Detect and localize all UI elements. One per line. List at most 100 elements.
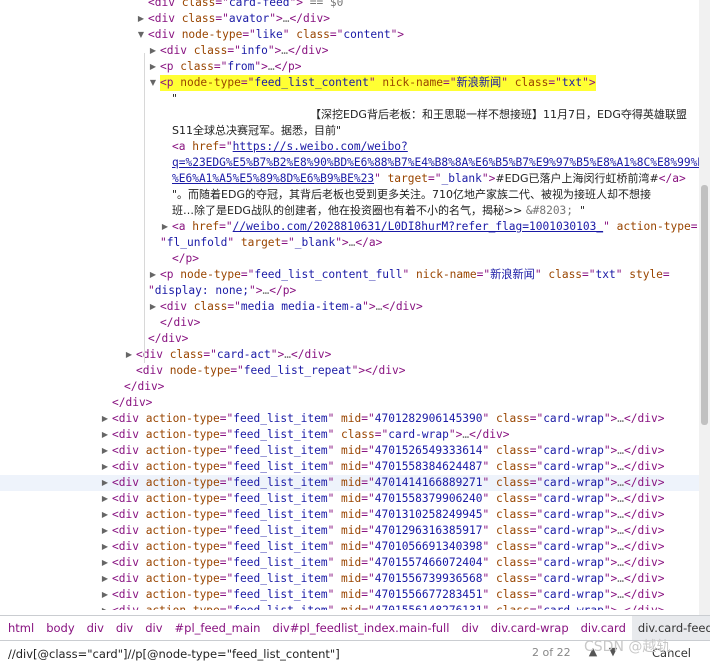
markup-token[interactable]: https://s.weibo.com/weibo? xyxy=(233,140,408,153)
dom-node-row[interactable]: <div node-type="feed_list_repeat"></div> xyxy=(0,363,699,379)
markup-token: _blank xyxy=(294,236,336,249)
dom-node-row[interactable]: </div> xyxy=(0,315,699,331)
node-markup: <div class="media media-item-a">…</div> xyxy=(160,299,423,315)
collapse-arrow-icon[interactable]: ▶ xyxy=(148,299,158,315)
dom-node-row[interactable]: 班…除了是EDG战队的创建者，他在投资圈也有着不小的名气，揭秘>> &#8203… xyxy=(0,203,699,219)
breadcrumb-item[interactable]: html xyxy=(8,616,34,640)
dom-node-row[interactable]: "display: none;">…</p> xyxy=(0,283,699,299)
markup-token[interactable]: %E6%A1%A5%E5%89%8D%E6%B9%BE%23 xyxy=(172,172,374,185)
markup-token: <div xyxy=(148,28,182,41)
breadcrumb-item[interactable]: div xyxy=(145,616,162,640)
dom-node-row[interactable]: </p> xyxy=(0,251,699,267)
markup-token: =" xyxy=(529,540,544,553)
collapse-arrow-icon[interactable]: ▶ xyxy=(100,411,110,427)
dom-node-row[interactable]: <div class="card-feed"> == $0 xyxy=(0,0,699,11)
markup-token: <div xyxy=(112,588,146,601)
collapse-arrow-icon[interactable]: ▶ xyxy=(100,459,110,475)
dom-node-row[interactable]: ▶<div action-type="feed_list_item" mid="… xyxy=(0,475,699,491)
dom-node-row[interactable]: ▶<div action-type="feed_list_item" mid="… xyxy=(0,539,699,555)
breadcrumb-item[interactable]: body xyxy=(46,616,74,640)
dom-node-row[interactable]: "。而随着EDG的夺冠，其背后老板也受到更多关注。710亿地产家族二代、被视为接… xyxy=(0,187,699,203)
dom-node-row[interactable]: </div> xyxy=(0,395,699,411)
markup-token: " xyxy=(327,508,342,521)
markup-token: =" xyxy=(548,76,562,89)
collapse-arrow-icon[interactable]: ▶ xyxy=(160,219,170,235)
dom-node-row[interactable]: ▶ <a href="//weibo.com/2028810631/L0DI8hu… xyxy=(0,219,699,235)
markup-token: class xyxy=(496,604,530,610)
breadcrumb-item[interactable]: div xyxy=(461,616,478,640)
breadcrumb-item[interactable]: div xyxy=(87,616,104,640)
dom-node-row[interactable]: ▶<div action-type="feed_list_item" mid="… xyxy=(0,411,699,427)
collapse-arrow-icon[interactable]: ▶ xyxy=(148,43,158,59)
dom-node-row[interactable]: ▶ <p node-type="feed_list_content_full" n… xyxy=(0,267,699,283)
markup-token: card-wrap xyxy=(543,540,604,553)
collapse-arrow-icon[interactable]: ▶ xyxy=(100,507,110,523)
markup-token: " xyxy=(534,268,549,281)
breadcrumb-item[interactable]: #pl_feed_main xyxy=(175,616,261,640)
expand-arrow-icon[interactable]: ▼ xyxy=(148,75,158,91)
dom-node-row[interactable]: ▶ <div class="info">…</div> xyxy=(0,43,699,59)
dom-node-row[interactable]: ▶<div action-type="feed_list_item" mid="… xyxy=(0,507,699,523)
dom-node-row[interactable]: ▶<div action-type="feed_list_item" mid="… xyxy=(0,459,699,475)
collapse-arrow-icon[interactable]: ▶ xyxy=(100,427,110,443)
markup-token: <div xyxy=(160,300,194,313)
dom-node-row[interactable]: " xyxy=(0,91,699,107)
markup-token: " xyxy=(482,572,497,585)
dom-node-row[interactable]: %E6%A1%A5%E5%89%8D%E6%B9%BE%23" target="… xyxy=(0,171,699,187)
breadcrumb-item[interactable]: div xyxy=(116,616,133,640)
markup-token: class xyxy=(548,268,583,281)
dom-node-row[interactable]: "fl_unfold" target="_blank">…</a> xyxy=(0,235,699,251)
scrollbar-thumb[interactable] xyxy=(701,185,708,425)
dom-node-row[interactable]: ▶ <div class="card-act">…</div> xyxy=(0,347,699,363)
dom-node-row[interactable]: ▶<div action-type="feed_list_item" mid="… xyxy=(0,571,699,587)
expand-arrow-icon[interactable]: ▼ xyxy=(136,27,146,43)
dom-node-row[interactable]: ▶<div action-type="feed_list_item" mid="… xyxy=(0,603,699,610)
collapse-arrow-icon[interactable]: ▶ xyxy=(100,571,110,587)
dom-node-row[interactable]: ▶<div action-type="feed_list_item" mid="… xyxy=(0,555,699,571)
selected-node-row[interactable]: ▼ <p node-type="feed_list_content" nick-n… xyxy=(0,75,699,91)
dom-node-row[interactable]: </div> xyxy=(0,379,699,395)
markup-token: 4701558379906240 xyxy=(374,492,483,505)
collapse-arrow-icon[interactable]: ▶ xyxy=(148,59,158,75)
collapse-arrow-icon[interactable]: ▶ xyxy=(100,475,110,491)
dom-node-row[interactable]: ▶ <div class="media media-item-a">…</div> xyxy=(0,299,699,315)
markup-token: "> xyxy=(603,508,618,521)
dom-node-row[interactable]: S11全球总决赛冠军。据悉，目前" xyxy=(0,123,699,139)
breadcrumb-item[interactable]: div.card-wrap xyxy=(491,616,569,640)
markup-token: =" xyxy=(361,492,375,505)
dom-node-row[interactable]: ▼ <div node-type="like" class="content"> xyxy=(0,27,699,43)
dom-node-row[interactable]: ▶ <div action-type="feed_list_item" class… xyxy=(0,427,699,443)
collapse-arrow-icon[interactable]: ▶ xyxy=(100,555,110,571)
dom-node-row[interactable]: ▶ <p class="from">…</p> xyxy=(0,59,699,75)
collapse-arrow-icon[interactable]: ▶ xyxy=(100,587,110,603)
markup-token[interactable]: //weibo.com/2028810631/L0DI8hurM?refer_f… xyxy=(233,220,603,233)
collapse-arrow-icon[interactable]: ▶ xyxy=(100,523,110,539)
dom-node-row[interactable]: 【深挖EDG背后老板：和王思聪一样不想接班】11月7日，EDG夺得英雄联盟 xyxy=(0,107,699,123)
collapse-arrow-icon[interactable]: ▶ xyxy=(100,603,110,610)
dom-node-row[interactable]: ▶<div action-type="feed_list_item" mid="… xyxy=(0,443,699,459)
collapse-arrow-icon[interactable]: ▶ xyxy=(136,11,146,27)
dom-node-row[interactable]: ▶<div action-type="feed_list_item" mid="… xyxy=(0,491,699,507)
breadcrumb-item[interactable]: div#pl_feedlist_index.main-full xyxy=(272,616,449,640)
markup-token: 4701056691340398 xyxy=(374,540,483,553)
dom-node-row[interactable]: q=%23EDG%E5%B7%B2%E8%90%BD%E6%88%B7%E4%B… xyxy=(0,155,699,171)
markup-token[interactable]: q=%23EDG%E5%B7%B2%E8%90%BD%E6%88%B7%E4%B… xyxy=(172,156,699,169)
collapse-arrow-icon[interactable]: ▶ xyxy=(100,491,110,507)
xpath-search-input[interactable] xyxy=(8,645,513,663)
vertical-scrollbar[interactable] xyxy=(699,0,710,615)
collapse-arrow-icon[interactable]: ▶ xyxy=(148,267,158,283)
markup-token: _blank xyxy=(441,172,482,185)
elements-tree[interactable]: <div class="card-feed"> == $0 ▶ <div class… xyxy=(0,0,699,610)
markup-token: <div xyxy=(112,524,146,537)
markup-token: 新浪新闻 xyxy=(456,76,502,89)
collapse-arrow-icon[interactable]: ▶ xyxy=(100,539,110,555)
node-markup: <div class="card-act">…</div> xyxy=(136,347,331,363)
dom-node-row[interactable]: ▶<div action-type="feed_list_item" mid="… xyxy=(0,523,699,539)
dom-node-row[interactable]: </div> xyxy=(0,331,699,347)
dom-node-row[interactable]: ▶ <div class="avator">…</div> xyxy=(0,11,699,27)
collapse-arrow-icon[interactable]: ▶ xyxy=(100,443,110,459)
dom-node-row[interactable]: ▶<div action-type="feed_list_item" mid="… xyxy=(0,587,699,603)
collapse-arrow-icon[interactable]: ▶ xyxy=(124,347,134,363)
node-markup: <div action-type="feed_list_item" mid="4… xyxy=(112,411,664,427)
dom-node-row[interactable]: <a href="https://s.weibo.com/weibo? xyxy=(0,139,699,155)
